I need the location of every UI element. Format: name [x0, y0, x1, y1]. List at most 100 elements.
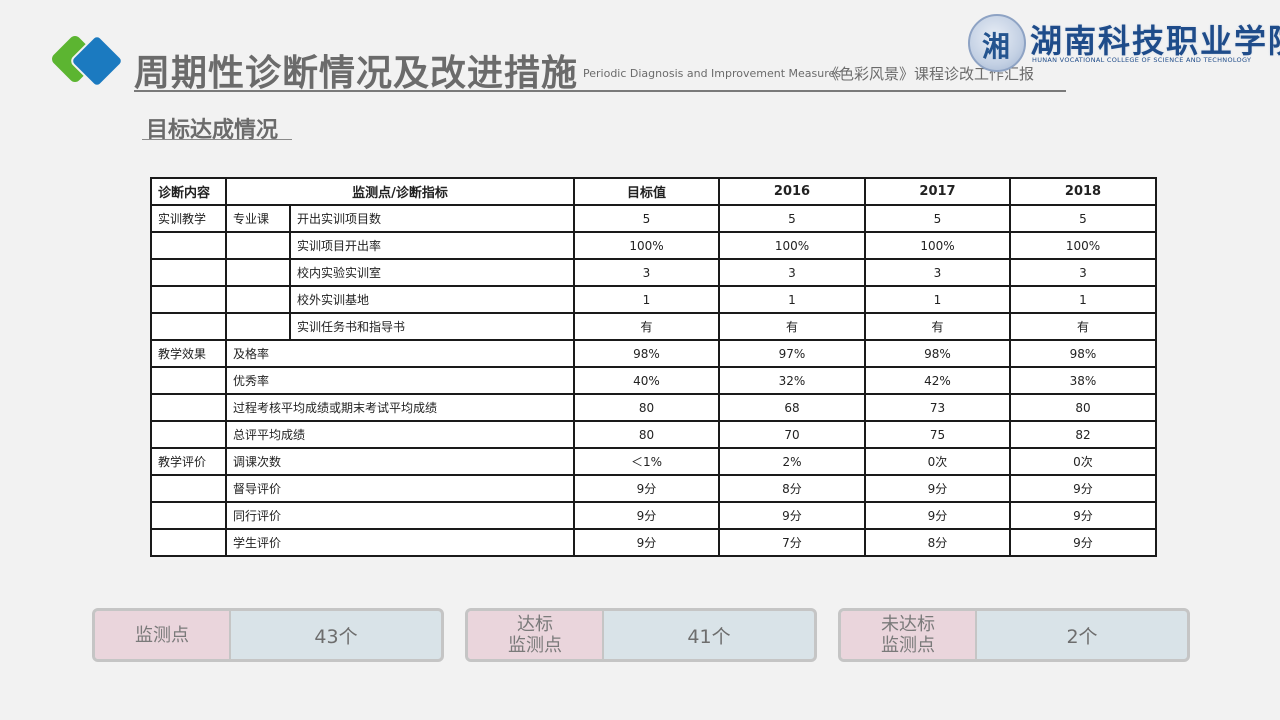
category-cell: [150, 312, 227, 341]
subcategory-cell: [225, 258, 291, 287]
header-cell: 目标值: [573, 177, 720, 206]
indicator-cell: 督导评价: [225, 474, 575, 503]
summary-label-line1: 达标: [517, 614, 553, 635]
category-cell: 教学评价: [150, 447, 227, 476]
title-divider: [134, 90, 1066, 92]
school-logo: 湘 湖南科技职业学院 HUNAN VOCATIONAL COLLEGE OF S…: [968, 14, 1280, 72]
category-cell: [150, 474, 227, 503]
table-row: 优秀率 40% 32% 42% 38%: [150, 366, 1157, 395]
table-row: 实训项目开出率 100% 100% 100% 100%: [150, 231, 1157, 260]
page-title: 周期性诊断情况及改进措施: [134, 53, 579, 94]
indicator-cell: 同行评价: [225, 501, 575, 530]
table-row: 教学评价 调课次数 ＜1% 2% 0次 0次: [150, 447, 1157, 476]
target-value-cell: ＜1%: [573, 447, 720, 476]
value-2016-cell: 5: [718, 204, 866, 233]
table-row: 实训任务书和指导书 有 有 有 有: [150, 312, 1157, 341]
indicator-cell: 调课次数: [225, 447, 575, 476]
value-2016-cell: 100%: [718, 231, 866, 260]
diagnosis-table: 诊断内容 监测点/诊断指标 目标值 2016 2017 2018 实训教学 专业…: [150, 177, 1157, 557]
value-2018-cell: 9分: [1009, 501, 1157, 530]
summary-label: 未达标 监测点: [841, 611, 977, 659]
value-2017-cell: 5: [864, 204, 1011, 233]
value-2016-cell: 1: [718, 285, 866, 314]
category-cell: [150, 420, 227, 449]
table-row: 总评平均成绩 80 70 75 82: [150, 420, 1157, 449]
value-2018-cell: 5: [1009, 204, 1157, 233]
value-2016-cell: 32%: [718, 366, 866, 395]
value-2017-cell: 75: [864, 420, 1011, 449]
value-2016-cell: 70: [718, 420, 866, 449]
value-2018-cell: 0次: [1009, 447, 1157, 476]
table-row: 校外实训基地 1 1 1 1: [150, 285, 1157, 314]
table-row: 教学效果 及格率 98% 97% 98% 98%: [150, 339, 1157, 368]
indicator-cell: 校外实训基地: [289, 285, 575, 314]
value-2018-cell: 100%: [1009, 231, 1157, 260]
value-2016-cell: 68: [718, 393, 866, 422]
value-2017-cell: 0次: [864, 447, 1011, 476]
value-2017-cell: 9分: [864, 501, 1011, 530]
target-value-cell: 3: [573, 258, 720, 287]
indicator-cell: 学生评价: [225, 528, 575, 557]
category-cell: [150, 501, 227, 530]
value-2017-cell: 1: [864, 285, 1011, 314]
indicator-cell: 过程考核平均成绩或期末考试平均成绩: [225, 393, 575, 422]
summary-value: 2个: [1066, 625, 1098, 648]
target-value-cell: 9分: [573, 474, 720, 503]
target-value-cell: 80: [573, 420, 720, 449]
target-value-cell: 80: [573, 393, 720, 422]
header-cell: 2017: [864, 177, 1011, 206]
indicator-cell: 开出实训项目数: [289, 204, 575, 233]
value-2017-cell: 有: [864, 312, 1011, 341]
value-2018-cell: 82: [1009, 420, 1157, 449]
summary-value: 41个: [687, 625, 731, 648]
value-2018-cell: 9分: [1009, 528, 1157, 557]
value-2018-cell: 1: [1009, 285, 1157, 314]
section-underline: [142, 139, 292, 140]
school-seal-icon: 湘: [968, 14, 1026, 72]
header-cell: 诊断内容: [150, 177, 227, 206]
value-2017-cell: 73: [864, 393, 1011, 422]
indicator-cell: 实训项目开出率: [289, 231, 575, 260]
target-value-cell: 5: [573, 204, 720, 233]
header-cell: 2016: [718, 177, 866, 206]
subcategory-cell: 专业课: [225, 204, 291, 233]
summary-unmet-points: 未达标 监测点 2个: [838, 608, 1190, 662]
category-cell: 实训教学: [150, 204, 227, 233]
target-value-cell: 100%: [573, 231, 720, 260]
summary-met-points: 达标 监测点 41个: [465, 608, 817, 662]
subcategory-cell: [225, 312, 291, 341]
summary-value: 43个: [314, 625, 358, 648]
summary-monitoring-points: 监测点 43个: [92, 608, 444, 662]
value-2018-cell: 9分: [1009, 474, 1157, 503]
summary-label-line1: 未达标: [881, 614, 935, 635]
value-2017-cell: 3: [864, 258, 1011, 287]
target-value-cell: 9分: [573, 501, 720, 530]
value-2016-cell: 2%: [718, 447, 866, 476]
subcategory-cell: [225, 231, 291, 260]
value-2017-cell: 42%: [864, 366, 1011, 395]
subcategory-cell: [225, 285, 291, 314]
target-value-cell: 9分: [573, 528, 720, 557]
target-value-cell: 1: [573, 285, 720, 314]
slide: 周期性诊断情况及改进措施 Periodic Diagnosis and Impr…: [0, 0, 1280, 720]
indicator-cell: 优秀率: [225, 366, 575, 395]
value-2017-cell: 98%: [864, 339, 1011, 368]
table-row: 校内实验实训室 3 3 3 3: [150, 258, 1157, 287]
value-2017-cell: 100%: [864, 231, 1011, 260]
table-header-row: 诊断内容 监测点/诊断指标 目标值 2016 2017 2018: [150, 177, 1157, 206]
value-2017-cell: 8分: [864, 528, 1011, 557]
subtitle-english: Periodic Diagnosis and Improvement Measu…: [583, 67, 842, 80]
target-value-cell: 40%: [573, 366, 720, 395]
table-row: 实训教学 专业课 开出实训项目数 5 5 5 5: [150, 204, 1157, 233]
value-2018-cell: 98%: [1009, 339, 1157, 368]
category-cell: [150, 231, 227, 260]
value-2016-cell: 7分: [718, 528, 866, 557]
header-cell: 2018: [1009, 177, 1157, 206]
value-2018-cell: 有: [1009, 312, 1157, 341]
table-row: 督导评价 9分 8分 9分 9分: [150, 474, 1157, 503]
summary-label-line2: 监测点: [881, 635, 935, 656]
table-row: 同行评价 9分 9分 9分 9分: [150, 501, 1157, 530]
value-2017-cell: 9分: [864, 474, 1011, 503]
value-2016-cell: 9分: [718, 501, 866, 530]
value-2018-cell: 38%: [1009, 366, 1157, 395]
